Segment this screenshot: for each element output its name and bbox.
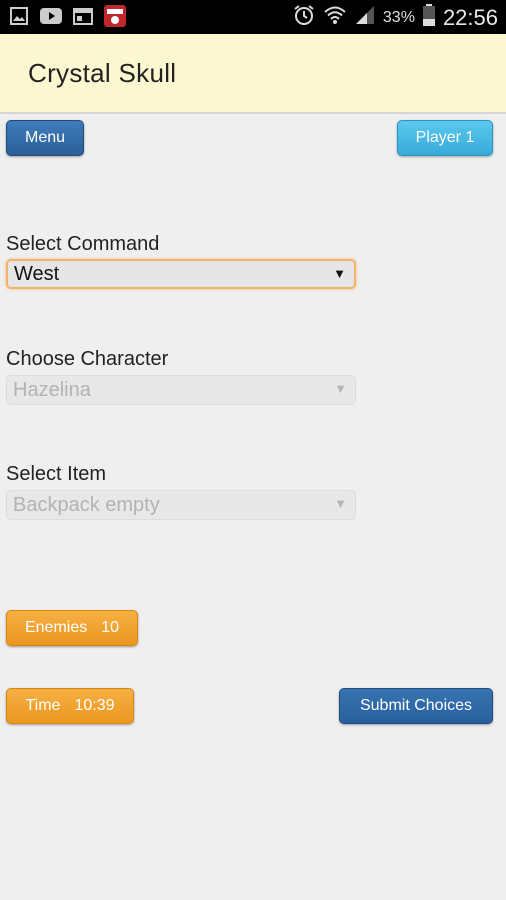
- battery-icon: [422, 4, 435, 31]
- enemies-label: Enemies: [24, 619, 88, 636]
- command-select-value: West: [14, 262, 60, 285]
- time-value: 10:39: [74, 697, 115, 714]
- clock-time: 22:56: [442, 4, 498, 30]
- signal-icon: [355, 5, 375, 30]
- menu-button[interactable]: Menu: [6, 120, 84, 156]
- battery-percent: 33%: [382, 8, 415, 26]
- wifi-icon: [323, 5, 347, 30]
- player-button[interactable]: Player 1: [397, 120, 493, 156]
- dropdown-arrow-icon: ▼: [334, 496, 347, 511]
- enemies-count: 10: [101, 619, 120, 636]
- app-header: Crystal Skull: [0, 34, 506, 114]
- status-bar: 33% 22:56: [0, 0, 506, 34]
- alarm-icon: [293, 4, 315, 31]
- dropdown-arrow-icon: ▼: [333, 266, 346, 281]
- dropdown-arrow-icon: ▼: [334, 381, 347, 396]
- calendar-icon: [72, 6, 94, 26]
- youtube-icon: [40, 6, 62, 26]
- character-select-value: Hazelina: [13, 378, 91, 401]
- character-select[interactable]: Hazelina ▼: [6, 375, 356, 405]
- submit-choices-button[interactable]: Submit Choices: [339, 688, 493, 724]
- character-label: Choose Character: [6, 348, 169, 370]
- enemies-button[interactable]: Enemies 10: [6, 610, 138, 646]
- app-badge-icon: [104, 5, 126, 27]
- time-label: Time: [25, 697, 61, 714]
- command-label: Select Command: [6, 233, 160, 255]
- item-select[interactable]: Backpack empty ▼: [6, 490, 356, 520]
- image-icon: [8, 6, 30, 26]
- system-status: 33% 22:56: [293, 4, 498, 31]
- command-select[interactable]: West ▼: [6, 259, 356, 289]
- item-label: Select Item: [6, 463, 107, 485]
- notification-icons: [8, 5, 126, 27]
- item-select-value: Backpack empty: [13, 493, 160, 516]
- time-button[interactable]: Time 10:39: [6, 688, 134, 724]
- page-title: Crystal Skull: [28, 58, 177, 88]
